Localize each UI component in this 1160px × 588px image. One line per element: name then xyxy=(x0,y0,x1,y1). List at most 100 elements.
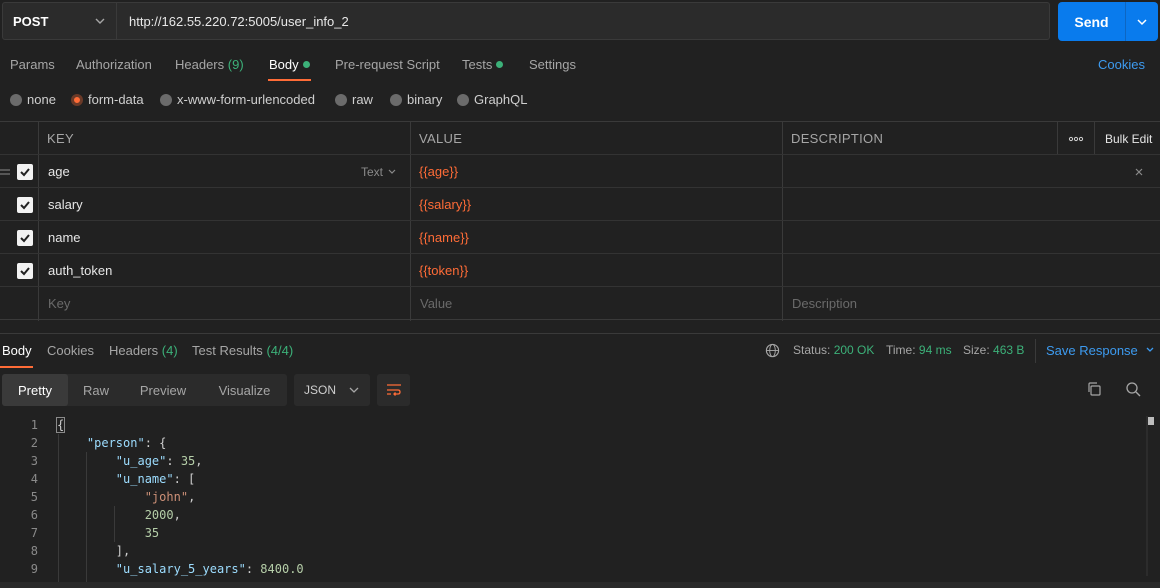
active-tab-indicator xyxy=(0,366,33,368)
search-icon[interactable] xyxy=(1125,381,1141,400)
response-tab-body[interactable]: Body xyxy=(2,343,32,358)
table-row: age Text {{age}} xyxy=(0,155,1160,188)
url-input[interactable]: http://162.55.220.72:5005/user_info_2 xyxy=(117,2,1050,40)
scrollbar-thumb[interactable] xyxy=(1148,417,1154,425)
bulk-edit-button[interactable]: Bulk Edit xyxy=(1105,122,1152,155)
type-label: Text xyxy=(361,164,384,179)
form-data-table: KEY VALUE DESCRIPTION Bulk Edit age Text… xyxy=(0,121,1160,321)
chevron-down-icon xyxy=(95,18,105,24)
radio-circle-icon xyxy=(457,93,469,106)
code-line: "u_age": 35, xyxy=(115,454,203,468)
send-button[interactable]: Send xyxy=(1058,2,1158,41)
radio-none[interactable]: none xyxy=(10,92,56,107)
radio-x-www-form-urlencoded[interactable]: x-www-form-urlencoded xyxy=(160,92,315,107)
tab-authorization[interactable]: Authorization xyxy=(76,57,152,72)
radio-raw[interactable]: raw xyxy=(335,92,373,107)
tab-headers[interactable]: Headers (9) xyxy=(175,57,244,72)
radio-form-data[interactable]: form-data xyxy=(71,92,144,107)
send-label: Send xyxy=(1074,13,1109,30)
response-tab-test-results[interactable]: Test Results (4/4) xyxy=(192,343,293,358)
format-select[interactable]: JSON xyxy=(294,374,370,406)
more-options-icon[interactable] xyxy=(1068,122,1084,155)
send-options-chevron-icon[interactable] xyxy=(1126,16,1158,28)
radio-label: x-www-form-urlencoded xyxy=(177,92,315,107)
line-number: 5 xyxy=(30,490,38,504)
response-body-code[interactable]: 1 2 3 4 5 6 7 8 9 { "person": { "u_age":… xyxy=(0,416,1160,584)
tab-params[interactable]: Params xyxy=(10,57,55,72)
tab-body[interactable]: Body xyxy=(269,57,310,72)
vertical-scrollbar[interactable] xyxy=(1146,416,1148,576)
line-number: 1 xyxy=(30,418,38,432)
method-label: POST xyxy=(13,13,49,29)
status-dot-icon xyxy=(496,61,504,68)
line-number: 2 xyxy=(30,436,38,450)
view-mode-raw[interactable]: Raw xyxy=(68,374,124,406)
time-info[interactable]: Time: 94 ms xyxy=(886,343,952,357)
tab-label: Settings xyxy=(529,57,576,72)
row-checkbox[interactable] xyxy=(17,188,33,221)
view-mode-pretty[interactable]: Pretty xyxy=(2,374,68,406)
drag-handle-icon[interactable] xyxy=(0,155,10,188)
description-input[interactable]: Description xyxy=(792,287,857,320)
key-input[interactable]: Key xyxy=(48,287,70,320)
view-mode-visualize[interactable]: Visualize xyxy=(202,374,287,406)
tab-label: Body xyxy=(269,57,299,72)
key-cell[interactable]: name xyxy=(48,221,81,254)
horizontal-scrollbar[interactable] xyxy=(0,582,1160,588)
tab-tests[interactable]: Tests xyxy=(462,57,504,72)
code-line: "person": { xyxy=(86,436,167,450)
row-checkbox[interactable] xyxy=(17,221,33,254)
body-mode-radios: none form-data x-www-form-urlencoded raw… xyxy=(0,92,600,110)
save-response-label: Save Response xyxy=(1046,343,1138,358)
size-info[interactable]: Size: 463 B xyxy=(963,343,1024,357)
status-label: Status: xyxy=(793,343,831,357)
value-cell[interactable]: {{salary}} xyxy=(419,188,471,221)
key-cell[interactable]: age xyxy=(48,155,70,188)
radio-binary[interactable]: binary xyxy=(390,92,442,107)
wrap-lines-button[interactable] xyxy=(377,374,410,406)
value-input[interactable]: Value xyxy=(420,287,452,320)
status-value: 200 OK xyxy=(833,343,875,357)
tab-label: Headers xyxy=(175,57,225,72)
save-response-button[interactable]: Save Response xyxy=(1046,343,1155,358)
value-cell[interactable]: {{age}} xyxy=(419,155,458,188)
view-mode-preview[interactable]: Preview xyxy=(124,374,202,406)
copy-icon[interactable] xyxy=(1086,381,1102,400)
time-value: 94 ms xyxy=(918,343,952,357)
tab-count: (4) xyxy=(161,343,178,358)
format-label: JSON xyxy=(304,383,337,397)
method-select[interactable]: POST xyxy=(2,2,117,40)
active-tab-indicator xyxy=(268,79,311,81)
key-cell[interactable]: auth_token xyxy=(48,254,112,287)
key-cell[interactable]: salary xyxy=(48,188,83,221)
value-cell[interactable]: {{name}} xyxy=(419,221,469,254)
checkmark-icon xyxy=(17,196,33,213)
tab-count: (9) xyxy=(227,57,244,72)
response-bar: Body Cookies Headers (4) Test Results (4… xyxy=(0,333,1160,368)
tab-settings[interactable]: Settings xyxy=(529,57,576,72)
checkmark-icon xyxy=(17,229,33,246)
type-select[interactable]: Text xyxy=(361,155,397,188)
size-label: Size: xyxy=(963,343,990,357)
radio-circle-icon xyxy=(335,93,347,106)
row-checkbox[interactable] xyxy=(17,254,33,287)
response-toolbar: Pretty Raw Preview Visualize JSON xyxy=(0,373,1160,407)
line-number: 7 xyxy=(30,526,38,540)
response-tab-headers[interactable]: Headers (4) xyxy=(109,343,178,358)
tab-pre-request-script[interactable]: Pre-request Script xyxy=(335,57,440,72)
response-tab-cookies[interactable]: Cookies xyxy=(47,343,94,358)
row-checkbox[interactable] xyxy=(17,155,33,188)
code-line: "u_name": [ xyxy=(115,472,196,486)
code-line: ], xyxy=(58,544,131,558)
table-header-row: KEY VALUE DESCRIPTION Bulk Edit xyxy=(0,122,1160,155)
radio-graphql[interactable]: GraphQL xyxy=(457,92,527,107)
radio-label: raw xyxy=(352,92,373,107)
value-cell[interactable]: {{token}} xyxy=(419,254,468,287)
close-icon[interactable] xyxy=(1134,155,1144,188)
status-info[interactable]: Status: 200 OK xyxy=(793,343,874,357)
radio-label: GraphQL xyxy=(474,92,528,107)
radio-label: form-data xyxy=(88,92,144,107)
radio-circle-icon xyxy=(10,93,22,106)
cookies-link[interactable]: Cookies xyxy=(1098,57,1145,72)
globe-icon[interactable] xyxy=(765,343,780,361)
